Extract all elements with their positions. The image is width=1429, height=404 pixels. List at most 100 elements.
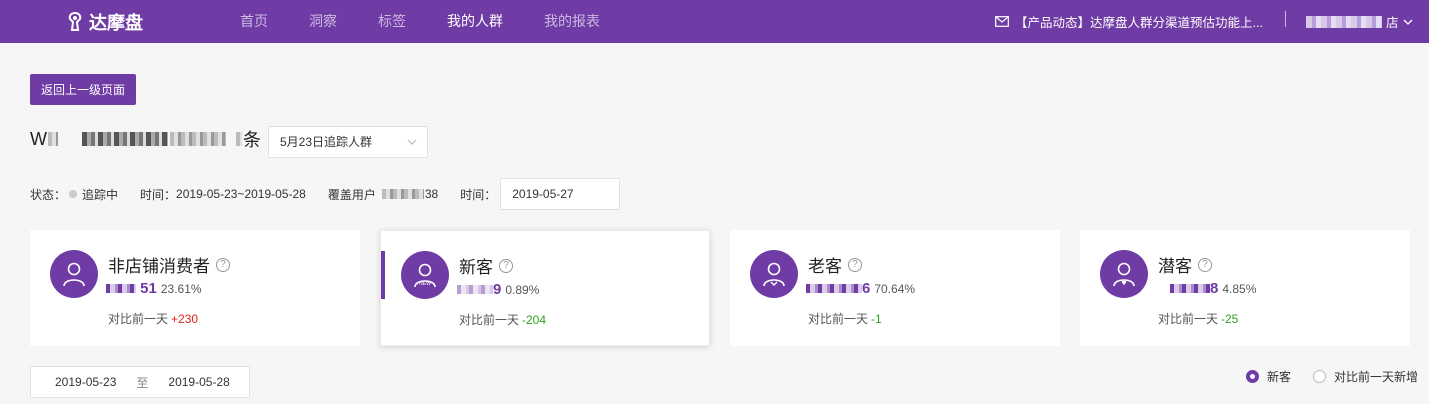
- radio-compare-new[interactable]: [1313, 369, 1327, 383]
- compare-delta: -1: [871, 312, 882, 326]
- card-title-text: 潜客: [1158, 257, 1192, 276]
- card-compare: 对比前一天 +230: [108, 310, 198, 327]
- card-title-text: 老客: [808, 257, 842, 276]
- compare-delta: -25: [1221, 312, 1239, 326]
- chevron-down-icon: [407, 139, 417, 145]
- card-count: 6: [806, 280, 870, 297]
- time-label: 时间：: [140, 187, 177, 202]
- crowd-title-prefix: W: [30, 128, 47, 149]
- nav-item-home[interactable]: 首页: [240, 0, 268, 43]
- card-title: 非店铺消费者 ?: [108, 252, 230, 277]
- crowd-meta: 状态： 追踪中 时间： 2019-05-23~2019-05-28 覆盖用户 3…: [30, 178, 621, 210]
- card-percent: 70.64%: [874, 281, 916, 296]
- segment-card-new-customer[interactable]: NEW 新客 ? 9 0.89% 对比前一天 -204: [380, 230, 710, 346]
- date-label: 时间：: [460, 187, 497, 202]
- radio-new-customer-label[interactable]: 新客: [1267, 368, 1291, 385]
- compare-label: 对比前一天: [108, 312, 169, 326]
- coverage-tail: 38: [424, 187, 439, 201]
- card-count: 8: [1156, 280, 1218, 297]
- back-button[interactable]: 返回上一级页面: [30, 74, 136, 105]
- radio-new-customer[interactable]: [1246, 369, 1259, 383]
- chevron-down-icon: [1403, 19, 1412, 25]
- crowd-select-value: 5月23日追踪人群: [280, 135, 373, 149]
- mail-icon: [995, 16, 1009, 27]
- card-count-tail: 6: [862, 280, 871, 297]
- segment-card-non-shop[interactable]: 非店铺消费者 ? 51 23.61% 对比前一天 +230: [30, 230, 360, 346]
- card-compare: 对比前一天 -25: [1158, 310, 1238, 327]
- card-count-tail: 8: [1210, 280, 1219, 297]
- selected-indicator: [381, 251, 385, 299]
- top-navbar: 达摩盘 首页 洞察 标签 我的人群 我的报表 【产品动态】达摩盘人群分渠道预估功…: [0, 0, 1429, 43]
- help-icon[interactable]: ?: [216, 257, 230, 272]
- segment-card-old-customer[interactable]: 老客 ? 6 70.64% 对比前一天 -1: [730, 230, 1060, 346]
- card-title: 老客 ?: [808, 252, 862, 277]
- card-count: 51: [106, 280, 157, 297]
- card-title-text: 新客: [459, 258, 493, 277]
- date-range-picker[interactable]: 2019-05-23 至 2019-05-28: [30, 366, 250, 398]
- masked-title-part: [236, 132, 242, 146]
- crowd-title-suffix: 条: [243, 130, 261, 150]
- masked-title-part: [82, 132, 168, 146]
- card-percent: 23.61%: [160, 281, 202, 296]
- card-stat: 8 4.85%: [1156, 280, 1256, 297]
- compare-label: 对比前一天: [808, 312, 869, 326]
- card-compare: 对比前一天 -1: [808, 310, 882, 327]
- masked-title-part: [48, 132, 58, 146]
- date-picker[interactable]: 2019-05-27: [500, 178, 621, 210]
- masked-coverage: [381, 189, 424, 199]
- radio-compare-new-label[interactable]: 对比前一天新增: [1334, 368, 1418, 385]
- card-stat: 51 23.61%: [106, 280, 202, 297]
- help-icon[interactable]: ?: [848, 257, 862, 272]
- nav-item-my-crowds[interactable]: 我的人群: [447, 0, 503, 43]
- card-stat: 9 0.89%: [457, 281, 539, 298]
- card-title-text: 非店铺消费者: [108, 257, 210, 276]
- account-menu[interactable]: 店: [1306, 0, 1413, 43]
- new-user-icon: NEW: [401, 251, 449, 299]
- help-icon[interactable]: ?: [1198, 257, 1212, 272]
- card-count: 9: [457, 281, 501, 298]
- card-compare: 对比前一天 -204: [459, 311, 546, 328]
- date-value: 2019-05-27: [512, 187, 574, 201]
- coverage-label: 覆盖用户: [327, 187, 376, 202]
- card-title: 潜客 ?: [1158, 252, 1212, 277]
- card-percent: 4.85%: [1222, 281, 1257, 296]
- crowd-title-row: W 条: [30, 126, 261, 152]
- nav-divider: [1285, 11, 1286, 27]
- nav-item-my-reports[interactable]: 我的报表: [544, 0, 600, 43]
- product-notice[interactable]: 【产品动态】达摩盘人群分渠道预估功能上...: [995, 0, 1263, 43]
- nav-item-insight[interactable]: 洞察: [309, 0, 337, 43]
- loyal-user-icon: [750, 250, 798, 298]
- help-icon[interactable]: ?: [499, 258, 513, 273]
- card-count-tail: 9: [493, 281, 502, 298]
- status-label: 状态：: [30, 187, 67, 202]
- brand-name: 达摩盘: [89, 13, 143, 33]
- range-separator: 至: [136, 375, 149, 390]
- main-nav: 首页 洞察 标签 我的人群 我的报表: [240, 0, 641, 43]
- status-dot: [69, 190, 78, 198]
- potential-user-icon: [1100, 250, 1148, 298]
- card-title: 新客 ?: [459, 253, 513, 278]
- card-stat: 6 70.64%: [806, 280, 915, 297]
- time-value: 2019-05-23~2019-05-28: [176, 187, 306, 201]
- notice-text: 【产品动态】达摩盘人群分渠道预估功能上...: [1015, 16, 1263, 30]
- account-suffix: 店: [1386, 16, 1399, 30]
- chart-mode-radios: 新客 对比前一天新增: [1246, 366, 1418, 386]
- compare-delta: +230: [171, 312, 199, 326]
- brand-logo[interactable]: 达摩盘: [66, 9, 143, 35]
- compare-delta: -204: [522, 313, 547, 327]
- masked-shop-name: [1306, 15, 1382, 28]
- user-icon: [50, 250, 98, 298]
- range-start: 2019-05-23: [55, 375, 117, 389]
- card-percent: 0.89%: [505, 282, 540, 297]
- svg-text:NEW: NEW: [419, 281, 431, 287]
- masked-title-part: [170, 132, 226, 146]
- nav-item-tags[interactable]: 标签: [378, 0, 406, 43]
- status-value: 追踪中: [82, 187, 119, 202]
- range-end: 2019-05-28: [168, 375, 230, 389]
- crowd-select[interactable]: 5月23日追踪人群: [268, 126, 428, 158]
- compare-label: 对比前一天: [1158, 312, 1219, 326]
- logo-icon: [68, 12, 82, 31]
- crowd-title: W 条: [30, 126, 261, 152]
- segment-card-potential-customer[interactable]: 潜客 ? 8 4.85% 对比前一天 -25: [1080, 230, 1410, 346]
- compare-label: 对比前一天: [459, 313, 520, 327]
